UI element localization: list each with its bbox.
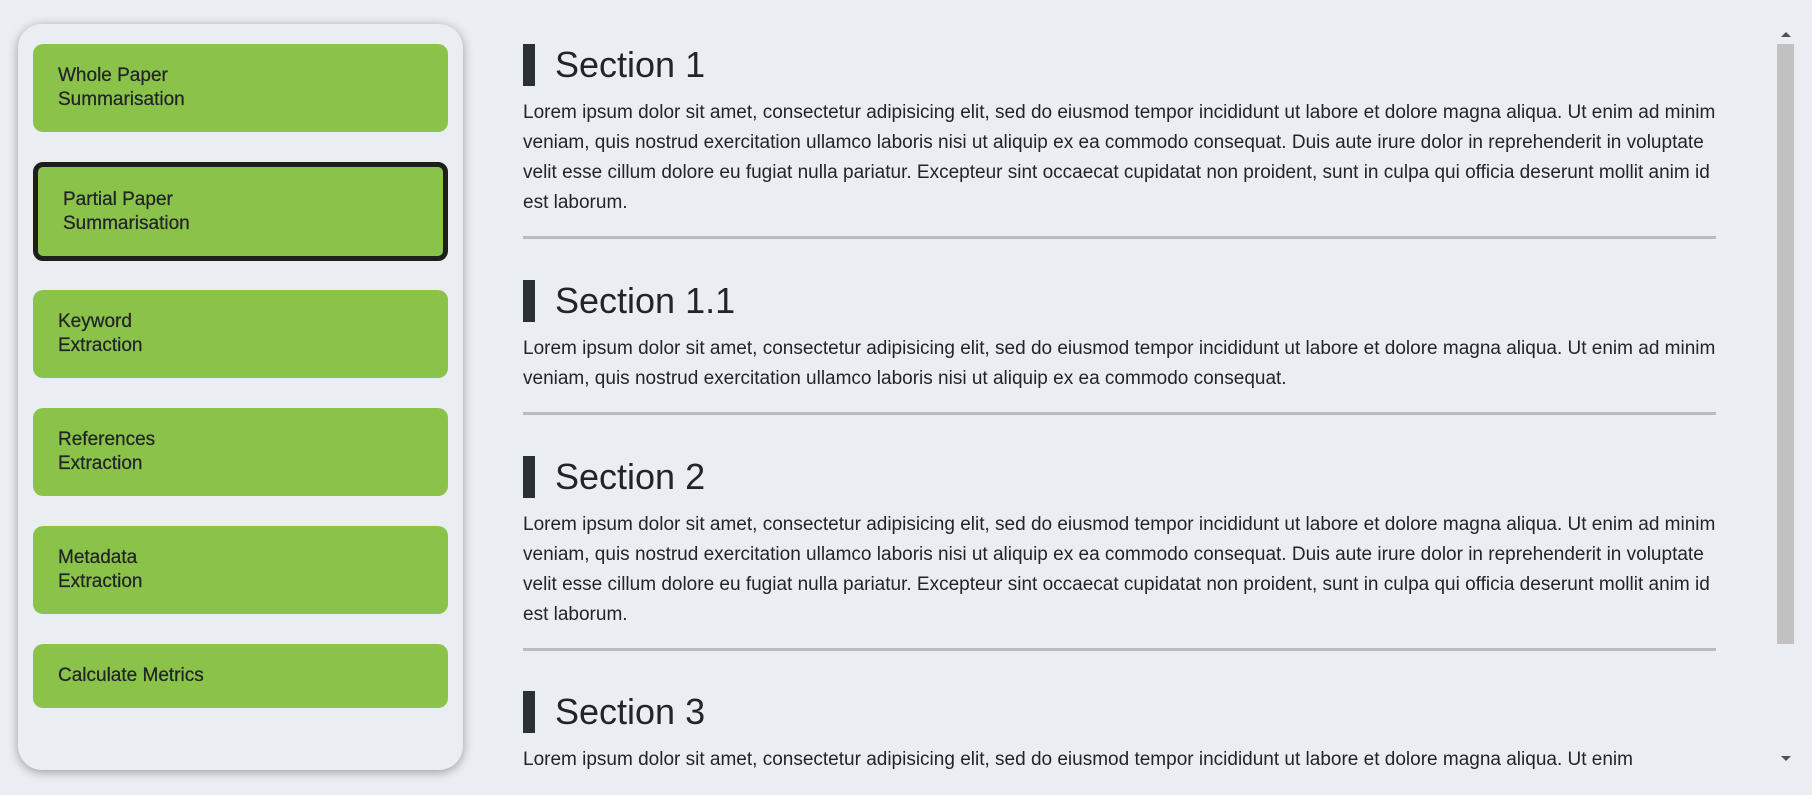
section-body: Lorem ipsum dolor sit amet, consectetur … xyxy=(523,514,1716,625)
heading-accent-bar xyxy=(523,456,535,498)
section-divider xyxy=(523,648,1716,651)
calculate-metrics-button[interactable]: Calculate Metrics xyxy=(33,644,448,708)
button-label: Calculate Metrics xyxy=(58,665,204,686)
sidebar-panel: Whole Paper Summarisation Partial Paper … xyxy=(18,24,463,770)
button-label: Partial Paper Summarisation xyxy=(63,188,190,234)
keyword-extraction-button[interactable]: Keyword Extraction xyxy=(33,290,448,378)
whole-paper-summarisation-button[interactable]: Whole Paper Summarisation xyxy=(33,44,448,132)
scrollbar-thumb[interactable] xyxy=(1777,44,1794,644)
section-heading: Section 3 xyxy=(523,691,1716,733)
references-extraction-button[interactable]: References Extraction xyxy=(33,408,448,496)
section: Section 1.1 Lorem ipsum dolor sit amet, … xyxy=(523,280,1716,394)
section: Section 1 Lorem ipsum dolor sit amet, co… xyxy=(523,44,1716,218)
section-title: Section 1 xyxy=(555,44,706,85)
section-title: Section 3 xyxy=(555,691,706,732)
section-body: Lorem ipsum dolor sit amet, consectetur … xyxy=(523,102,1716,213)
vertical-scrollbar[interactable] xyxy=(1777,30,1795,775)
section-body: Lorem ipsum dolor sit amet, consectetur … xyxy=(523,338,1716,389)
document-content: Section 1 Lorem ipsum dolor sit amet, co… xyxy=(495,0,1775,795)
button-label: Keyword Extraction xyxy=(58,311,143,356)
section: Section 3 Lorem ipsum dolor sit amet, co… xyxy=(523,691,1716,775)
metadata-extraction-button[interactable]: Metadata Extraction xyxy=(33,526,448,614)
heading-accent-bar xyxy=(523,691,535,733)
section-divider xyxy=(523,236,1716,239)
section-heading: Section 1.1 xyxy=(523,280,1716,322)
button-label: Metadata Extraction xyxy=(58,547,143,592)
button-label: References Extraction xyxy=(58,429,156,474)
section: Section 2 Lorem ipsum dolor sit amet, co… xyxy=(523,456,1716,630)
section-divider xyxy=(523,412,1716,415)
scroll-up-arrow-icon[interactable] xyxy=(1781,32,1791,37)
section-body: Lorem ipsum dolor sit amet, consectetur … xyxy=(523,749,1633,770)
scroll-down-arrow-icon[interactable] xyxy=(1781,756,1791,761)
section-heading: Section 1 xyxy=(523,44,1716,86)
button-label: Whole Paper Summarisation xyxy=(58,65,185,110)
section-heading: Section 2 xyxy=(523,456,1716,498)
heading-accent-bar xyxy=(523,280,535,322)
heading-accent-bar xyxy=(523,44,535,86)
section-title: Section 1.1 xyxy=(555,280,736,321)
partial-paper-summarisation-button[interactable]: Partial Paper Summarisation xyxy=(33,162,448,261)
section-title: Section 2 xyxy=(555,456,706,497)
